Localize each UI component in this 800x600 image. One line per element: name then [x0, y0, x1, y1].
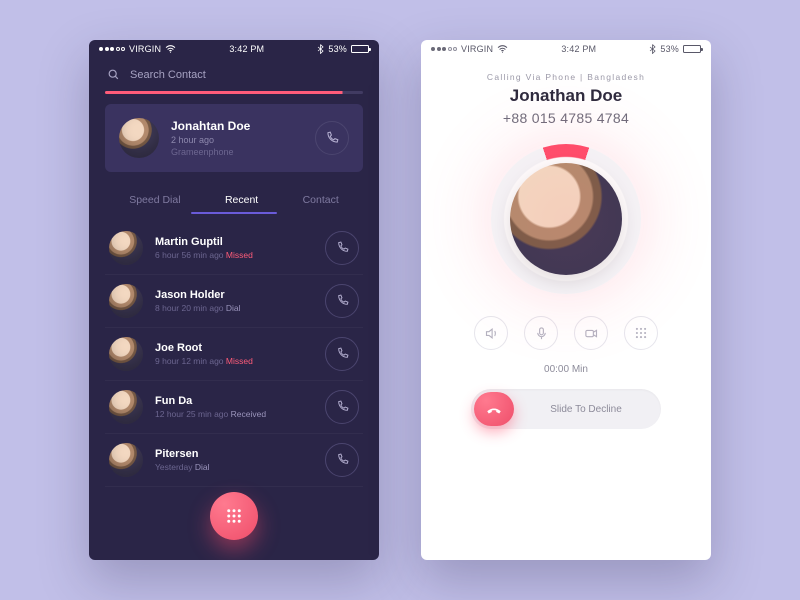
avatar: [119, 118, 159, 158]
battery-icon: [683, 45, 701, 53]
contact-name: Jonahtan Doe: [171, 119, 250, 133]
calling-screen: VIRGIN 3:42 PM 53% Calling Via Phone | B…: [421, 40, 711, 560]
list-item[interactable]: Joe Root 9 hour 12 min ago Missed: [105, 328, 363, 381]
contact-meta: 6 hour 56 min ago Missed: [155, 250, 253, 260]
featured-contact[interactable]: Jonahtan Doe 2 hour ago Grameenphone: [105, 104, 363, 172]
carrier-label: VIRGIN: [461, 44, 493, 54]
call-button[interactable]: [325, 390, 359, 424]
contact-carrier: Grameenphone: [171, 147, 250, 157]
wifi-icon: [497, 45, 508, 53]
decline-knob[interactable]: [474, 392, 514, 426]
signal-dots: [431, 47, 457, 51]
mute-button[interactable]: [524, 316, 558, 350]
avatar: [109, 443, 143, 477]
slide-label: Slide To Decline: [514, 404, 658, 415]
search-bar[interactable]: Search Contact: [89, 58, 379, 87]
bluetooth-icon: [317, 44, 324, 54]
calling-via: Calling Via Phone | Bangladesh: [487, 72, 645, 82]
list-item[interactable]: Jason Holder 8 hour 20 min ago Dial: [105, 275, 363, 328]
contact-time: 2 hour ago: [171, 135, 250, 145]
bluetooth-icon: [649, 44, 656, 54]
avatar: [109, 337, 143, 371]
contacts-screen: VIRGIN 3:42 PM 53% Search Contact Jonaht…: [89, 40, 379, 560]
tab-contact[interactable]: Contact: [299, 186, 343, 214]
decline-slider[interactable]: Slide To Decline: [471, 389, 661, 429]
video-icon: [584, 326, 599, 341]
tabs: Speed Dial Recent Contact: [107, 186, 361, 214]
dialpad-icon: [225, 507, 243, 525]
battery-icon: [351, 45, 369, 53]
caller-name: Jonathan Doe: [510, 86, 622, 106]
call-button[interactable]: [325, 443, 359, 477]
contact-name: Jason Holder: [155, 289, 241, 301]
progress-bar: [105, 91, 363, 94]
contact-meta: Yesterday Dial: [155, 462, 210, 472]
hangup-icon: [485, 400, 503, 418]
avatar: [109, 231, 143, 265]
signal-dots: [99, 47, 125, 51]
tab-indicator: [191, 212, 277, 214]
avatar: [510, 163, 622, 275]
keypad-icon: [634, 326, 648, 340]
battery-pct: 53%: [328, 44, 347, 54]
search-icon: [107, 68, 120, 81]
avatar: [109, 390, 143, 424]
mic-icon: [534, 326, 549, 341]
call-button[interactable]: [325, 284, 359, 318]
carrier-label: VIRGIN: [129, 44, 161, 54]
recent-list: Martin Guptil 6 hour 56 min ago Missed Jas…: [105, 222, 363, 487]
list-item[interactable]: Martin Guptil 6 hour 56 min ago Missed: [105, 222, 363, 275]
contact-name: Fun Da: [155, 395, 266, 407]
speaker-button[interactable]: [474, 316, 508, 350]
battery-pct: 53%: [660, 44, 679, 54]
contact-name: Pitersen: [155, 448, 210, 460]
status-bar: VIRGIN 3:42 PM 53%: [89, 40, 379, 58]
call-controls: [474, 316, 658, 350]
contact-meta: 8 hour 20 min ago Dial: [155, 303, 241, 313]
call-timer: 00:00 Min: [544, 364, 588, 375]
tab-recent[interactable]: Recent: [221, 186, 262, 214]
video-button[interactable]: [574, 316, 608, 350]
list-item[interactable]: Fun Da 12 hour 25 min ago Received: [105, 381, 363, 434]
dialpad-fab[interactable]: [210, 492, 258, 540]
status-bar: VIRGIN 3:42 PM 53%: [421, 40, 711, 58]
clock: 3:42 PM: [561, 44, 596, 54]
avatar: [109, 284, 143, 318]
call-button[interactable]: [325, 231, 359, 265]
wifi-icon: [165, 45, 176, 53]
call-button[interactable]: [325, 337, 359, 371]
tab-speed-dial[interactable]: Speed Dial: [125, 186, 184, 214]
clock: 3:42 PM: [229, 44, 264, 54]
list-item[interactable]: Pitersen Yesterday Dial: [105, 434, 363, 487]
contact-meta: 9 hour 12 min ago Missed: [155, 356, 253, 366]
search-placeholder: Search Contact: [130, 69, 206, 81]
keypad-button[interactable]: [624, 316, 658, 350]
contact-name: Joe Root: [155, 342, 253, 354]
call-button[interactable]: [315, 121, 349, 155]
contact-name: Martin Guptil: [155, 236, 253, 248]
contact-meta: 12 hour 25 min ago Received: [155, 409, 266, 419]
speaker-icon: [484, 326, 499, 341]
phone-icon: [325, 131, 339, 145]
caller-avatar-ring: [491, 144, 641, 294]
